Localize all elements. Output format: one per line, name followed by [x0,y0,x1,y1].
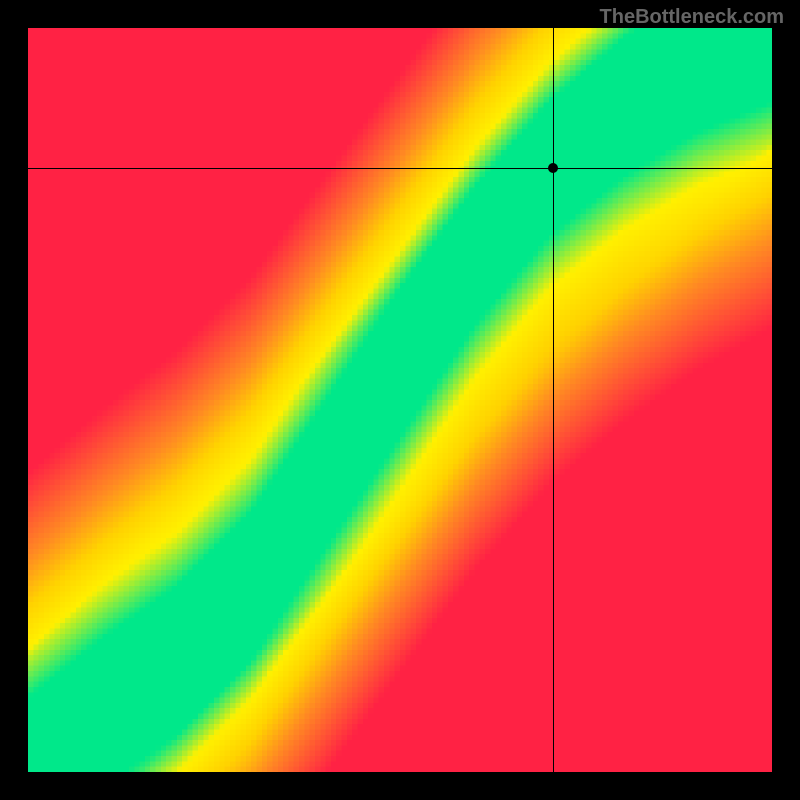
heatmap-plot [28,28,772,772]
watermark-text: TheBottleneck.com [600,6,784,29]
crosshair-vertical [553,28,554,772]
marker-point [548,163,558,173]
heatmap-canvas [28,28,772,772]
crosshair-horizontal [28,168,772,169]
